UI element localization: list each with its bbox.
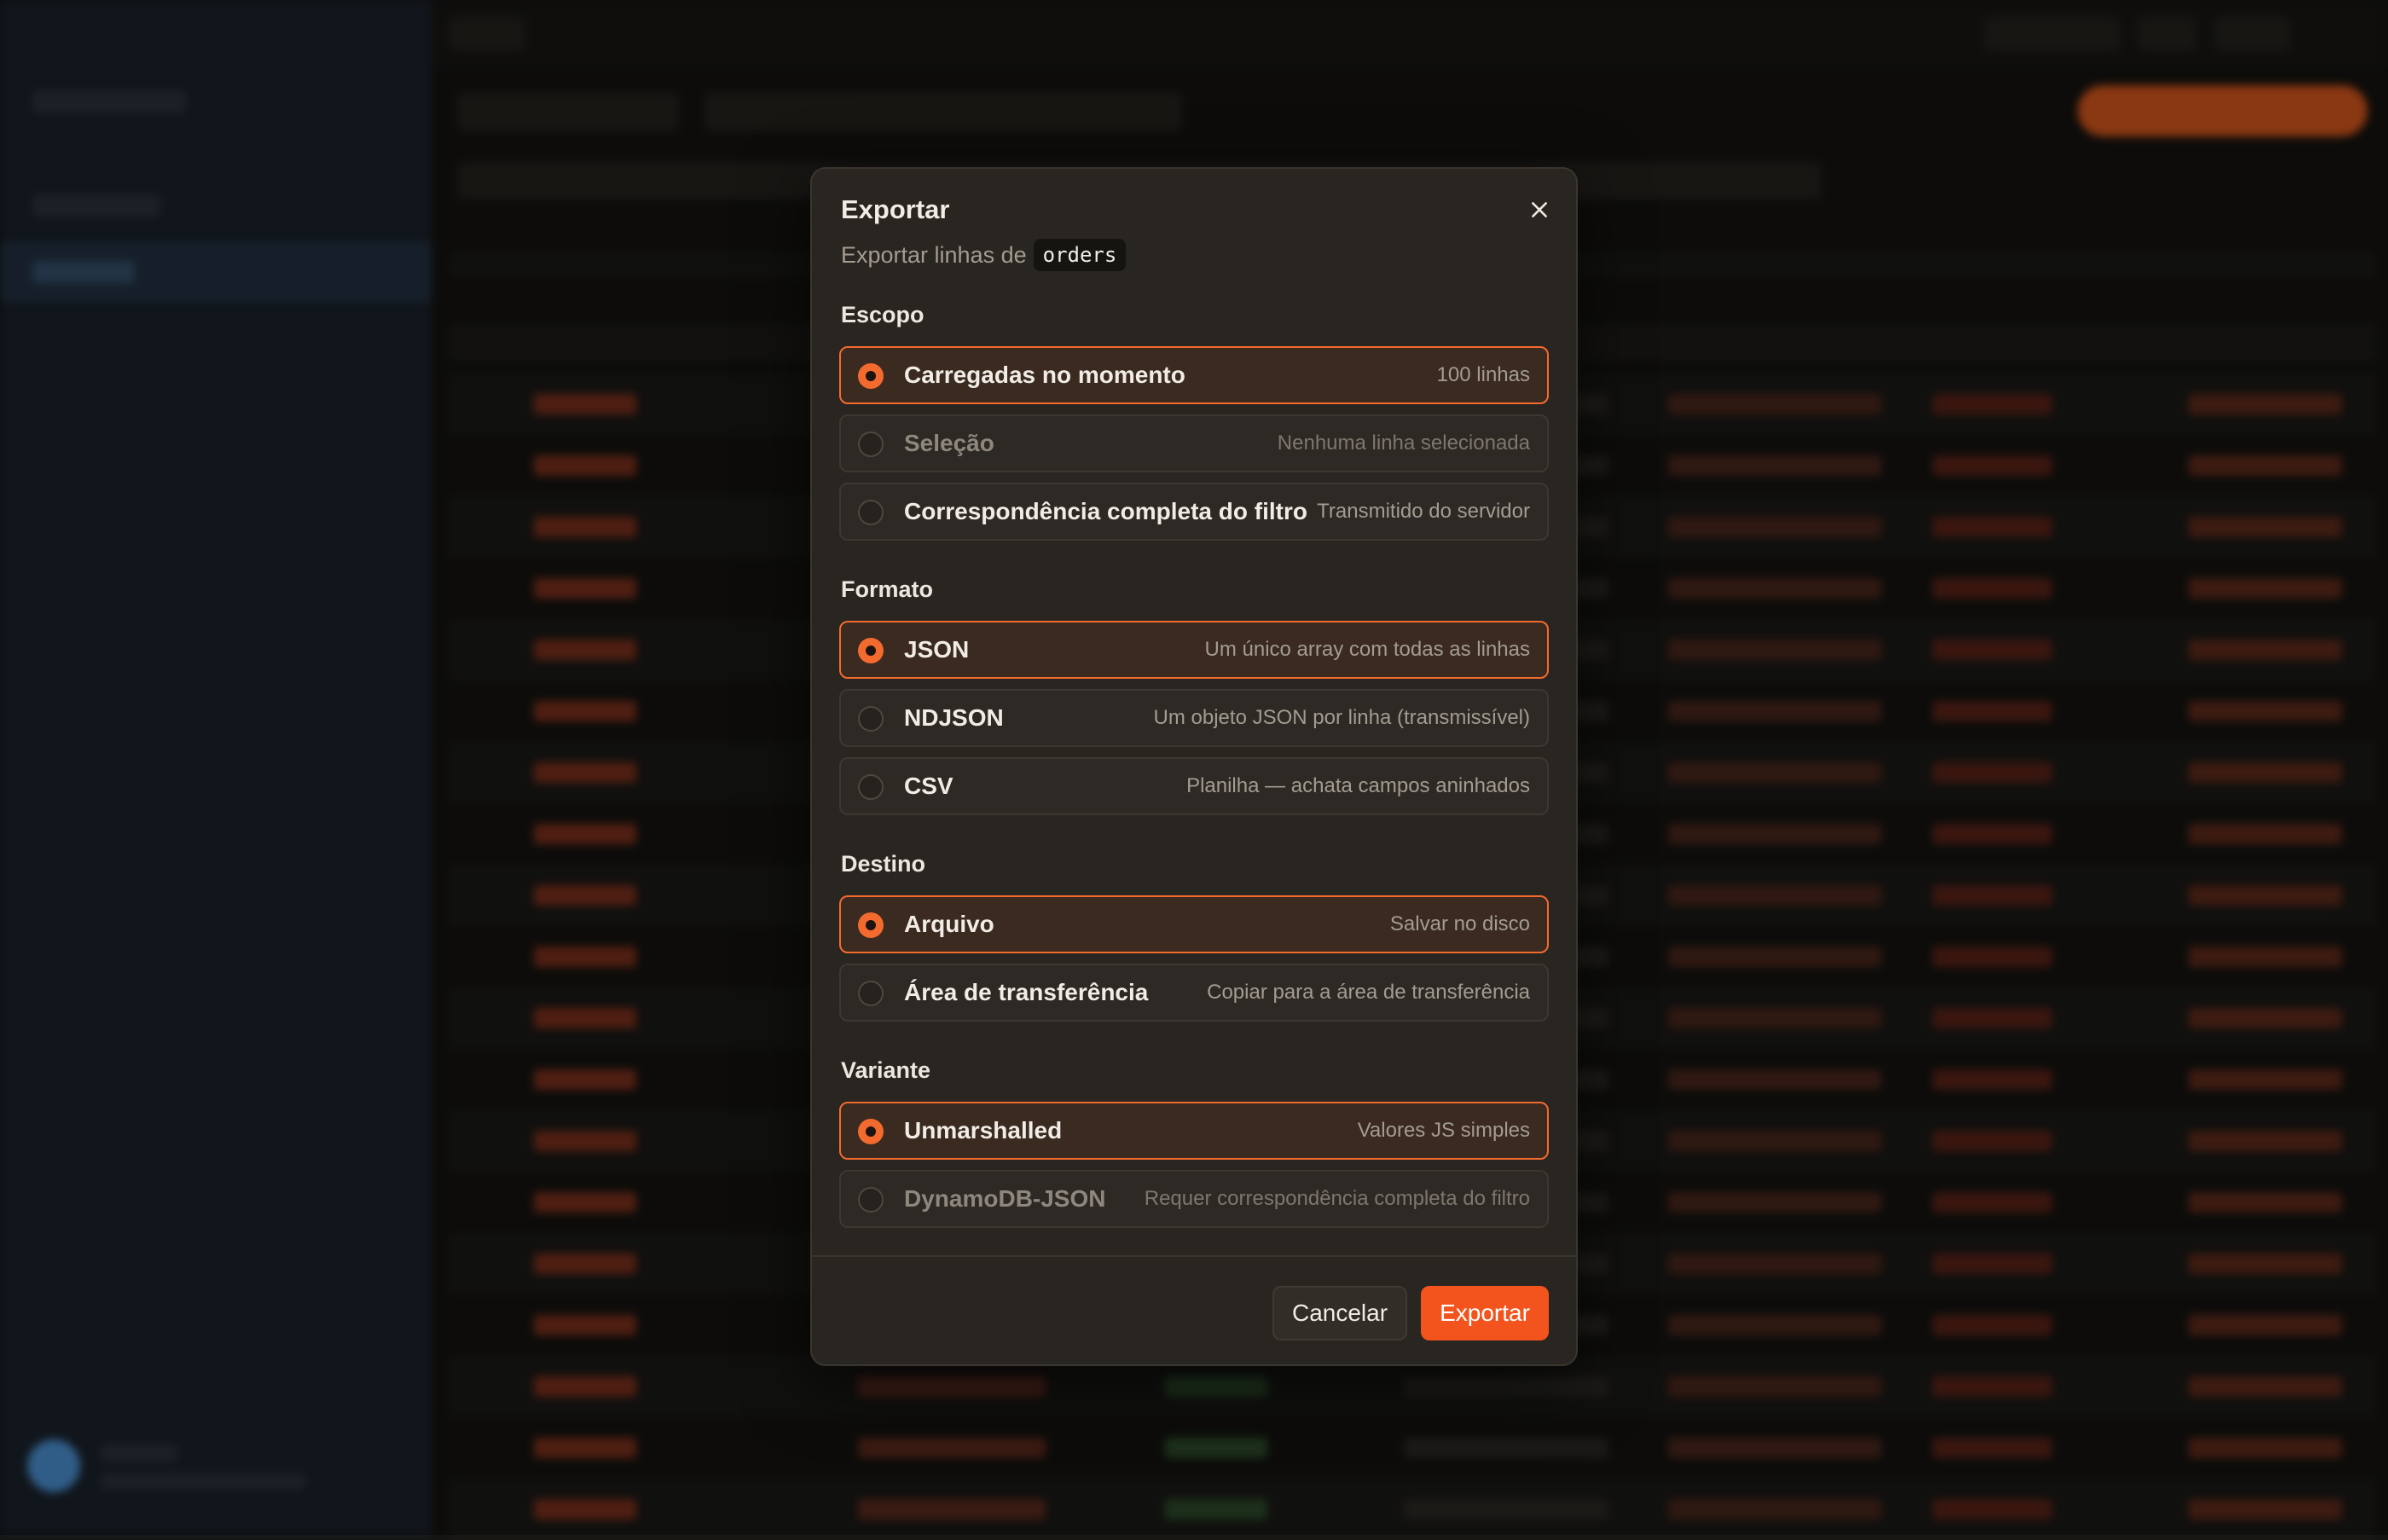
option-description: Um objeto JSON por linha (transmissível) (1153, 706, 1530, 729)
option-format-json[interactable]: JSON Um único array com todas as linhas (839, 621, 1549, 679)
radio-unselected (858, 706, 884, 732)
radio-unselected (858, 500, 884, 525)
option-label: Seleção (904, 430, 994, 456)
option-destination-file[interactable]: Arquivo Salvar no disco (839, 895, 1549, 953)
section-label-scope: Escopo (841, 302, 924, 327)
option-label: Correspondência completa do filtro (904, 498, 1307, 524)
radio-unselected (858, 981, 884, 1006)
option-label: Unmarshalled (904, 1117, 1063, 1143)
option-format-csv[interactable]: CSV Planilha — achata campos aninhados (839, 757, 1549, 815)
dialog-subtitle: Exportar linhas de orders (841, 239, 1127, 271)
option-scope-full-filter[interactable]: Correspondência completa do filtro Trans… (839, 483, 1549, 541)
close-button[interactable] (1520, 191, 1559, 230)
option-description: 100 linhas (1436, 363, 1530, 386)
option-label: JSON (904, 636, 970, 663)
radio-selected (858, 912, 884, 938)
section-label-format: Formato (841, 576, 933, 602)
export-button[interactable]: Exportar (1421, 1286, 1549, 1340)
option-description: Transmitido do servidor (1317, 500, 1530, 523)
option-label: CSV (904, 773, 953, 799)
export-dialog: Exportar Exportar linhas de orders Escop… (810, 167, 1578, 1366)
option-scope-loaded[interactable]: Carregadas no momento 100 linhas (839, 346, 1549, 404)
close-icon (1532, 201, 1547, 217)
option-label: Carregadas no momento (904, 362, 1185, 388)
option-label: NDJSON (904, 704, 1004, 731)
option-description: Requer correspondência completa do filtr… (1144, 1187, 1530, 1210)
radio-selected (858, 363, 884, 389)
option-description: Copiar para a área de transferência (1207, 981, 1530, 1004)
radio-selected (858, 638, 884, 663)
option-format-ndjson[interactable]: NDJSON Um objeto JSON por linha (transmi… (839, 689, 1549, 747)
option-description: Salvar no disco (1389, 912, 1530, 935)
option-description: Valores JS simples (1357, 1119, 1530, 1142)
option-label: Área de transferência (904, 979, 1149, 1005)
subtitle-text: Exportar linhas de (841, 241, 1027, 268)
option-description: Nenhuma linha selecionada (1277, 431, 1530, 454)
option-description: Planilha — achata campos aninhados (1186, 774, 1530, 797)
radio-selected (858, 1119, 884, 1144)
option-variant-dynamodb-json: DynamoDB-JSON Requer correspondência com… (839, 1170, 1549, 1228)
option-description: Um único array com todas as linhas (1204, 638, 1531, 661)
section-label-variant: Variante (841, 1057, 931, 1083)
table-name-chip: orders (1033, 239, 1127, 271)
option-variant-unmarshalled[interactable]: Unmarshalled Valores JS simples (839, 1102, 1549, 1160)
section-label-destination: Destino (841, 851, 926, 877)
footer-divider (812, 1255, 1576, 1257)
option-label: Arquivo (904, 911, 994, 937)
radio-unselected (858, 774, 884, 800)
radio-unselected (858, 431, 884, 457)
option-scope-selection: Seleção Nenhuma linha selecionada (839, 414, 1549, 472)
radio-unselected (858, 1187, 884, 1213)
dialog-title: Exportar (841, 194, 950, 224)
cancel-button[interactable]: Cancelar (1272, 1286, 1407, 1340)
option-label: DynamoDB-JSON (904, 1185, 1106, 1212)
option-destination-clipboard[interactable]: Área de transferência Copiar para a área… (839, 964, 1549, 1022)
